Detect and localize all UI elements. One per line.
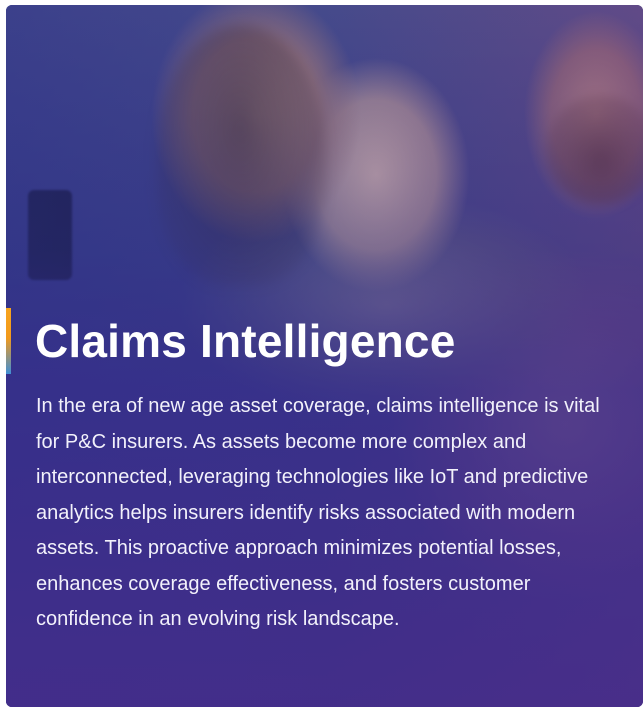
- title-accent-bar: [6, 308, 11, 374]
- card-title: Claims Intelligence: [35, 315, 456, 367]
- claims-intelligence-card: Claims Intelligence In the era of new ag…: [6, 5, 643, 707]
- card-description: In the era of new age asset coverage, cl…: [36, 395, 600, 630]
